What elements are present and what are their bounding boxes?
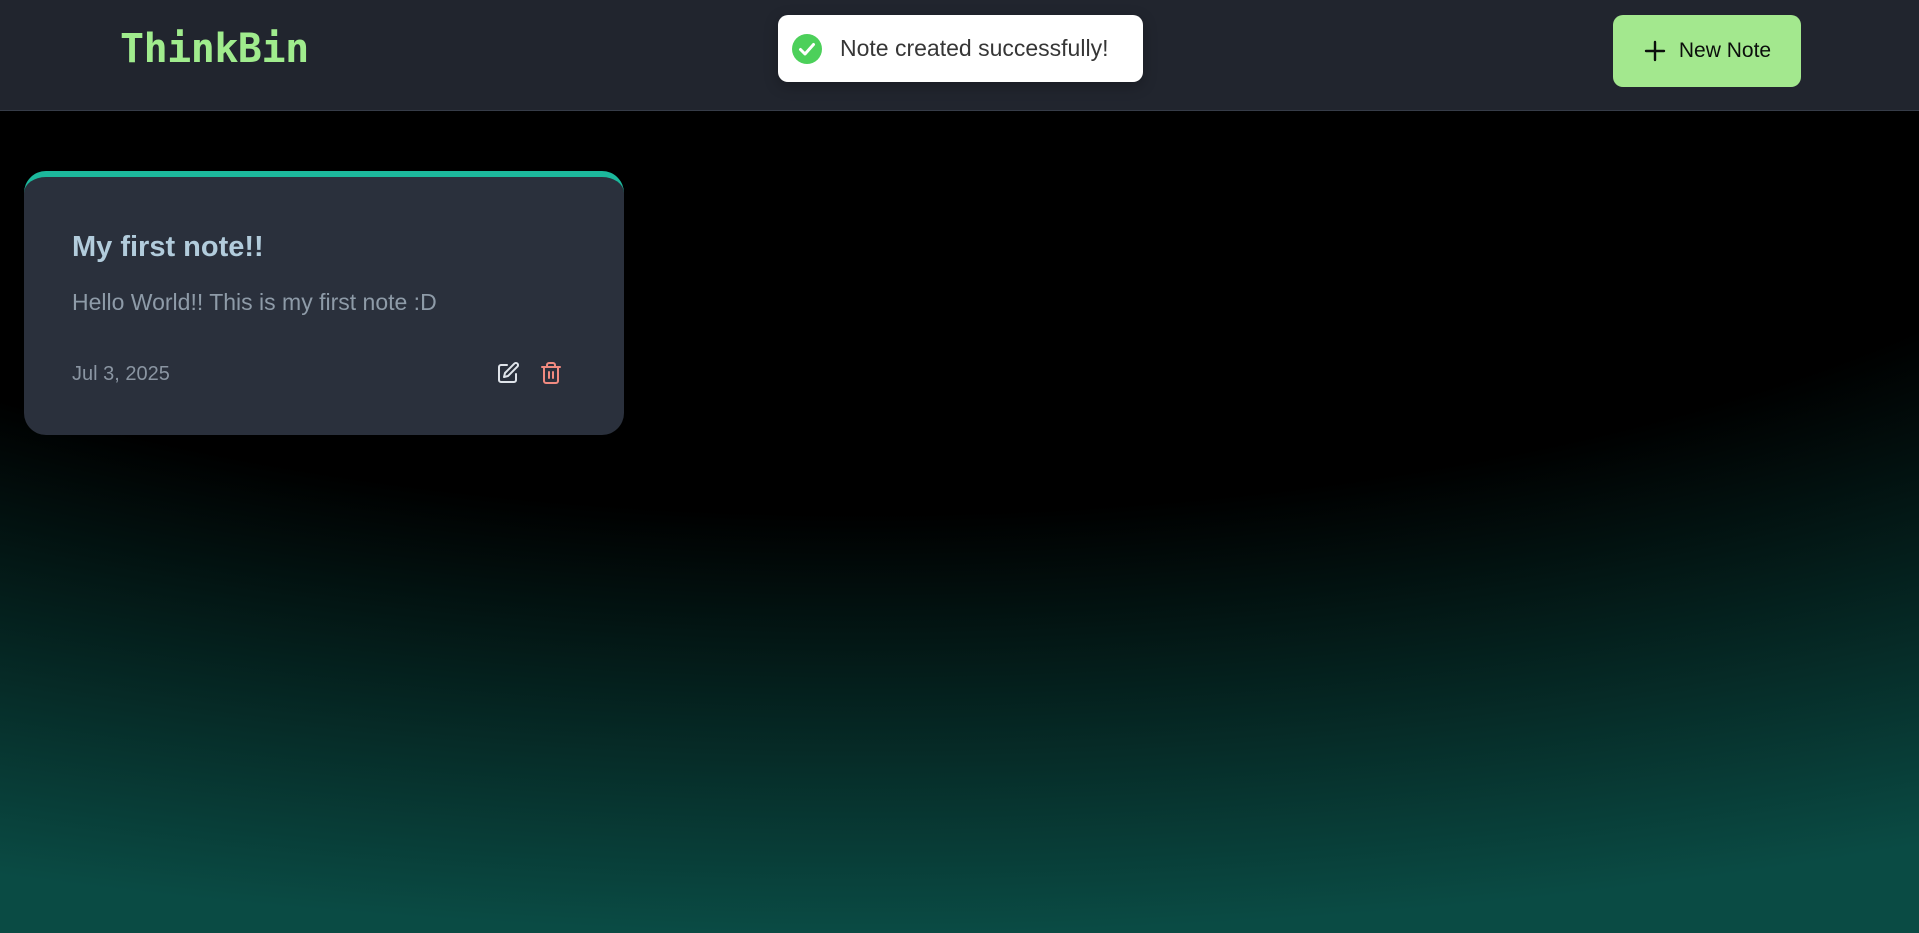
brand-logo[interactable]: ThinkBin <box>120 26 309 72</box>
toast-message: Note created successfully! <box>840 35 1109 61</box>
success-toast: Note created successfully! <box>778 15 1143 82</box>
check-circle-icon <box>792 33 822 64</box>
note-card[interactable]: My first note!! Hello World!! This is my… <box>24 171 624 435</box>
plus-icon <box>1643 39 1667 63</box>
note-content: Hello World!! This is my first note :D <box>72 289 437 315</box>
new-note-button[interactable]: New Note <box>1613 15 1801 87</box>
edit-icon <box>496 361 520 388</box>
trash-icon <box>539 361 563 388</box>
note-title: My first note!! <box>72 231 264 263</box>
delete-note-button[interactable] <box>535 358 567 390</box>
note-date: Jul 3, 2025 <box>72 363 170 385</box>
new-note-label: New Note <box>1678 39 1772 62</box>
edit-note-button[interactable] <box>492 358 524 390</box>
